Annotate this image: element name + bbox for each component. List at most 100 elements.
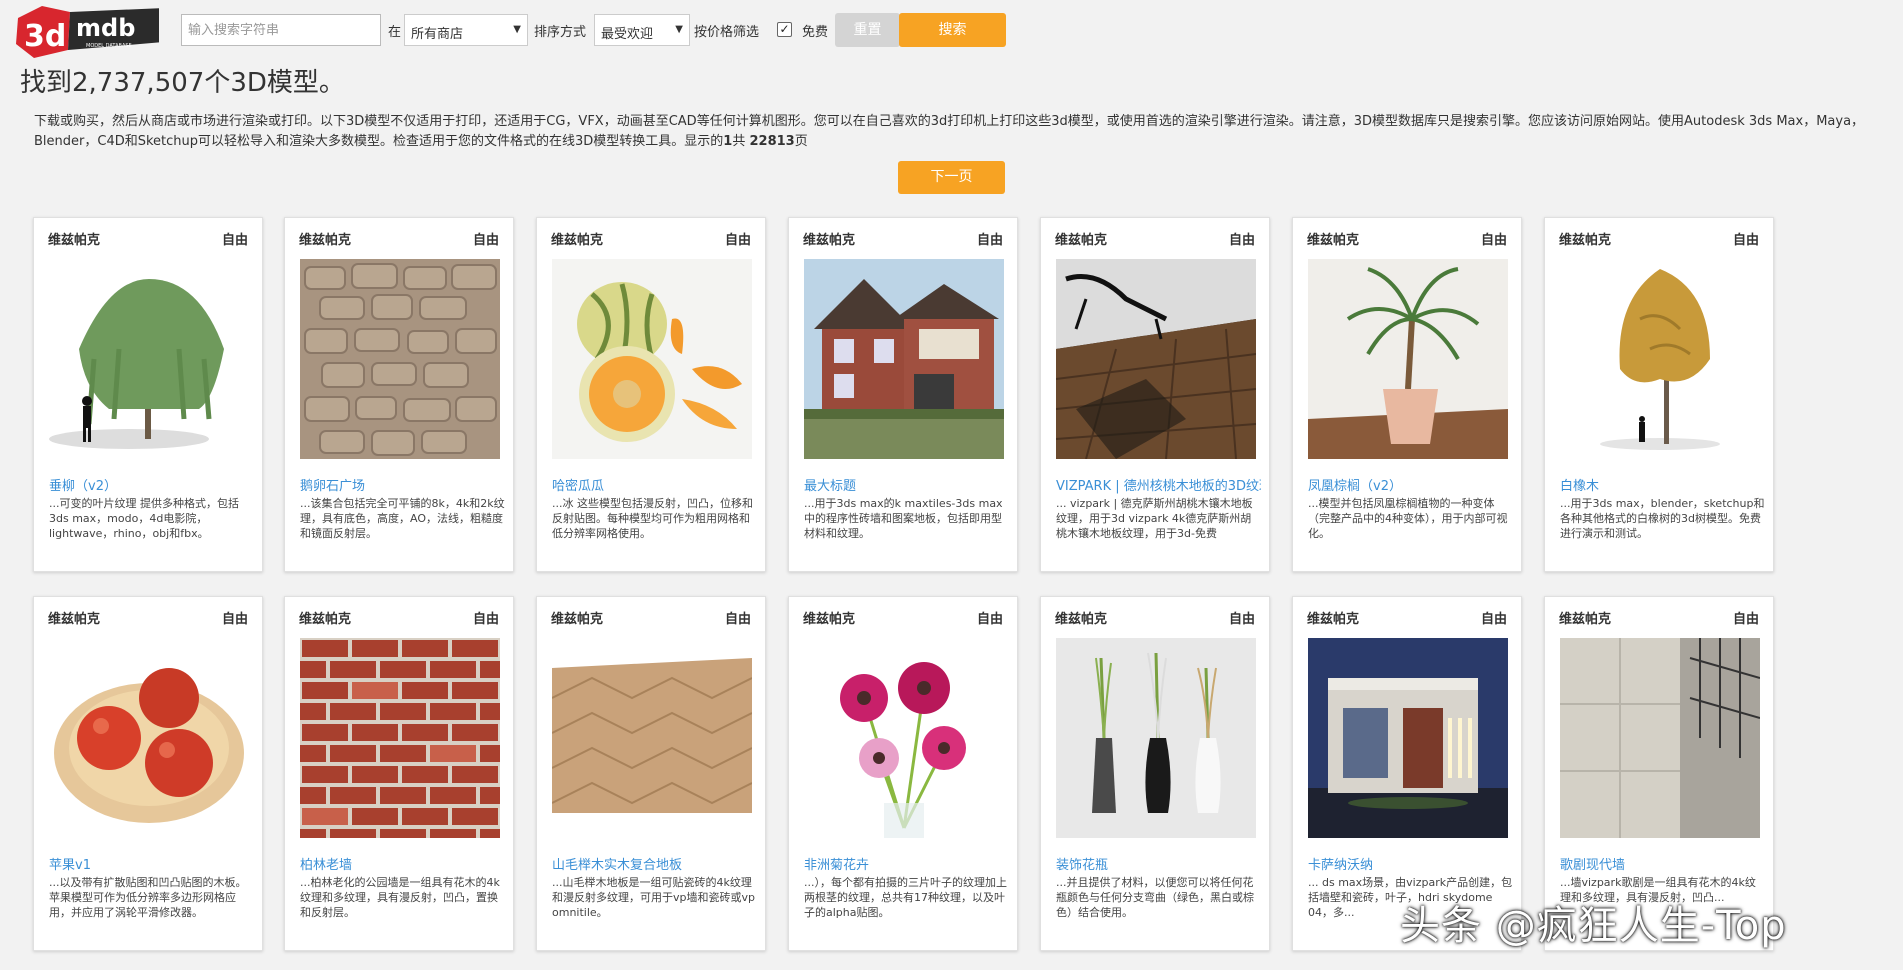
- card-vendor: 维兹帕克: [299, 612, 352, 627]
- card-vendor: 维兹帕克: [803, 233, 856, 248]
- top-bar: 3d mdb MODEL DATABASE 在 所有商店 ▼ 排序方式 最受欢迎…: [0, 0, 1903, 62]
- card-description: ...用于3ds max，blender，sketchup和各种其他格式的白橡树…: [1560, 497, 1765, 540]
- card-description: ...模型并包括凤凰棕榈植物的一种变体（完整产品中的4种变体），用于内部可视化。: [1308, 497, 1508, 540]
- model-card[interactable]: 维兹帕克 自由 非洲菊花卉 ...），每个都有拍摄的三片叶子的纹理加上两根茎的纹…: [788, 596, 1018, 951]
- card-title-link[interactable]: 非洲菊花卉: [804, 854, 1009, 873]
- store-label: 在: [388, 25, 402, 40]
- card-title-link[interactable]: 苹果v1: [49, 854, 254, 873]
- card-title-link[interactable]: 垂柳（v2）: [49, 475, 254, 494]
- card-vendor: 维兹帕克: [551, 233, 604, 248]
- card-vendor: 维兹帕克: [803, 612, 856, 627]
- card-title-link[interactable]: 凤凰棕榈（v2）: [1308, 475, 1513, 494]
- results-description: 下载或购买，然后从商店或市场进行渲染或打印。以下3D模型不仅适用于打印，还适用于…: [34, 112, 1874, 152]
- card-license: 自由: [221, 233, 248, 248]
- model-card[interactable]: 维兹帕克 自由 凤凰棕榈（v2） ...模型并包括凤凰棕榈植物的一种变体（完整产…: [1292, 217, 1522, 572]
- apples-bowl-icon[interactable]: [49, 638, 249, 838]
- herringbone-floor-icon[interactable]: [552, 638, 752, 838]
- card-description: ...用于3ds max的k maxtiles-3ds max中的程序性砖墙和图…: [804, 497, 1003, 540]
- model-card[interactable]: 维兹帕克 自由 山毛榉木实木复合地板 ...山毛榉木地板是一组可贴瓷砖的4k纹理…: [536, 596, 766, 951]
- card-title-link[interactable]: 最大标题: [804, 475, 1009, 494]
- card-title-link[interactable]: VIZPARK | 德州核桃木地板的3D纹理: [1056, 475, 1261, 494]
- model-card[interactable]: 维兹帕克 自由 最大标题 ...用于3ds max的k maxtiles-3ds…: [788, 217, 1018, 572]
- card-vendor: 维兹帕克: [1055, 233, 1108, 248]
- gerbera-flowers-icon[interactable]: [804, 638, 1004, 838]
- card-license: 自由: [976, 233, 1003, 248]
- sort-select[interactable]: 最受欢迎 ▼: [594, 14, 690, 46]
- melon-icon[interactable]: [552, 259, 752, 459]
- chevron-down-icon: ▼: [675, 24, 683, 35]
- card-title-link[interactable]: 柏林老墙: [300, 854, 505, 873]
- card-title-link[interactable]: 歌剧现代墙: [1560, 854, 1765, 873]
- white-oak-tree-icon[interactable]: [1560, 259, 1760, 459]
- card-license: 自由: [724, 612, 751, 627]
- card-license: 自由: [472, 233, 499, 248]
- concrete-wall-icon[interactable]: [1560, 638, 1760, 838]
- card-license: 自由: [221, 612, 248, 627]
- walnut-floor-room-icon[interactable]: [1056, 259, 1256, 459]
- model-card[interactable]: 维兹帕克 自由 柏林老墙 ...柏林老化的公园墙是一组具有花木的4k纹理和多纹理…: [284, 596, 514, 951]
- card-title-link[interactable]: 鹅卵石广场: [300, 475, 505, 494]
- card-description: ...冰 这些模型包括漫反射，凹凸，位移和反射贴图。每种模型均可作为粗用网格和低…: [552, 497, 753, 540]
- reset-button[interactable]: 重置: [835, 13, 900, 47]
- card-description: ... vizpark | 德克萨斯州胡桃木镶木地板纹理，用于3d vizpar…: [1056, 497, 1253, 540]
- card-title-link[interactable]: 白橡木: [1560, 475, 1765, 494]
- model-card[interactable]: 维兹帕克 自由 白橡木 ...用于3ds max，blender，sketchu…: [1544, 217, 1774, 572]
- card-vendor: 维兹帕克: [1559, 233, 1612, 248]
- card-description: ...可变的叶片纹理 提供多种格式，包括3ds max，modo，4d电影院，l…: [49, 497, 239, 540]
- card-vendor: 维兹帕克: [48, 612, 101, 627]
- model-card[interactable]: 维兹帕克 自由 装饰花瓶 ...并且提供了材料，以便您可以将任何花瓶颜色与任何分…: [1040, 596, 1270, 951]
- card-title-link[interactable]: 哈密瓜瓜: [552, 475, 757, 494]
- card-description: ...该集合包括完全可平铺的8k，4k和2k纹理，具有底色，高度，AO，法线，粗…: [300, 497, 505, 540]
- free-checkbox[interactable]: ✓: [777, 22, 792, 37]
- card-license: 自由: [1732, 612, 1759, 627]
- card-description: ...山毛榉木地板是一组可贴瓷砖的4k纹理和漫反射多纹理，可用于vp墙和瓷砖或v…: [552, 876, 755, 919]
- weeping-willow-tree-icon[interactable]: [49, 259, 249, 459]
- card-license: 自由: [1228, 233, 1255, 248]
- logo-mdb: mdb: [76, 14, 135, 42]
- logo-3d: 3d: [24, 19, 66, 54]
- cobblestone-texture-icon[interactable]: [300, 259, 500, 459]
- search-button[interactable]: 搜索: [899, 13, 1006, 47]
- page-total: 22813: [749, 134, 795, 149]
- card-description: ...），每个都有拍摄的三片叶子的纹理加上两根茎的纹理，总共有17种纹理，以及叶…: [804, 876, 1007, 919]
- card-license: 自由: [1228, 612, 1255, 627]
- card-title-link[interactable]: 装饰花瓶: [1056, 854, 1261, 873]
- store-select[interactable]: 所有商店 ▼: [404, 14, 528, 46]
- card-license: 自由: [724, 233, 751, 248]
- card-license: 自由: [1732, 233, 1759, 248]
- page-of: 共: [732, 134, 746, 149]
- search-input[interactable]: [181, 14, 381, 46]
- vases-icon[interactable]: [1056, 638, 1256, 838]
- modern-villa-icon[interactable]: [1308, 638, 1508, 838]
- card-title-link[interactable]: 山毛榉木实木复合地板: [552, 854, 757, 873]
- card-license: 自由: [976, 612, 1003, 627]
- page-suffix: 页: [794, 134, 808, 149]
- old-brick-wall-icon[interactable]: [300, 638, 500, 838]
- model-card[interactable]: 维兹帕克 自由 VIZPARK | 德州核桃木地板的3D纹理 ... vizpa…: [1040, 217, 1270, 572]
- brick-house-icon[interactable]: [804, 259, 1004, 459]
- model-card[interactable]: 维兹帕克 自由 哈密瓜瓜 ...冰 这些模型包括漫反射，凹凸，位移和反射贴图。每…: [536, 217, 766, 572]
- potted-palm-icon[interactable]: [1308, 259, 1508, 459]
- card-vendor: 维兹帕克: [551, 612, 604, 627]
- card-vendor: 维兹帕克: [1055, 612, 1108, 627]
- watermark-text: 头条 @疯狂人生-Top: [1400, 903, 1787, 949]
- card-description: ...柏林老化的公园墙是一组具有花木的4k纹理和多纹理，具有漫反射，凹凸，置换和…: [300, 876, 500, 919]
- card-vendor: 维兹帕克: [1307, 233, 1360, 248]
- next-page-button[interactable]: 下一页: [898, 161, 1005, 194]
- sort-select-value: 最受欢迎: [601, 27, 654, 42]
- page-current: 1: [723, 134, 733, 149]
- model-card[interactable]: 维兹帕克 自由 垂柳（v2） ...可变的叶片纹理 提供多种格式，包括3ds m…: [33, 217, 263, 572]
- model-card[interactable]: 维兹帕克 自由 苹果v1 ...以及带有扩散贴图和凹凸贴图的木板。苹果模型可作为…: [33, 596, 263, 951]
- description-text: 下载或购买，然后从商店或市场进行渲染或打印。以下3D模型不仅适用于打印，还适用于…: [34, 114, 1865, 149]
- results-count-title: 找到2,737,507个3D模型。: [20, 68, 345, 98]
- card-license: 自由: [472, 612, 499, 627]
- price-filter-label: 按价格筛选: [694, 25, 760, 40]
- card-vendor: 维兹帕克: [48, 233, 101, 248]
- chevron-down-icon: ▼: [513, 24, 521, 35]
- card-title-link[interactable]: 卡萨纳沃纳: [1308, 854, 1513, 873]
- card-description: ...并且提供了材料，以便您可以将任何花瓶颜色与任何分支弯曲（绿色，黑白或棕色）…: [1056, 876, 1254, 919]
- card-vendor: 维兹帕克: [299, 233, 352, 248]
- model-card[interactable]: 维兹帕克 自由 鹅卵石广场 ...该集合包括完全可平铺的8k，4k和2k纹理，具…: [284, 217, 514, 572]
- site-logo[interactable]: 3d mdb MODEL DATABASE: [14, 4, 164, 62]
- logo-tagline: MODEL DATABASE: [86, 43, 132, 49]
